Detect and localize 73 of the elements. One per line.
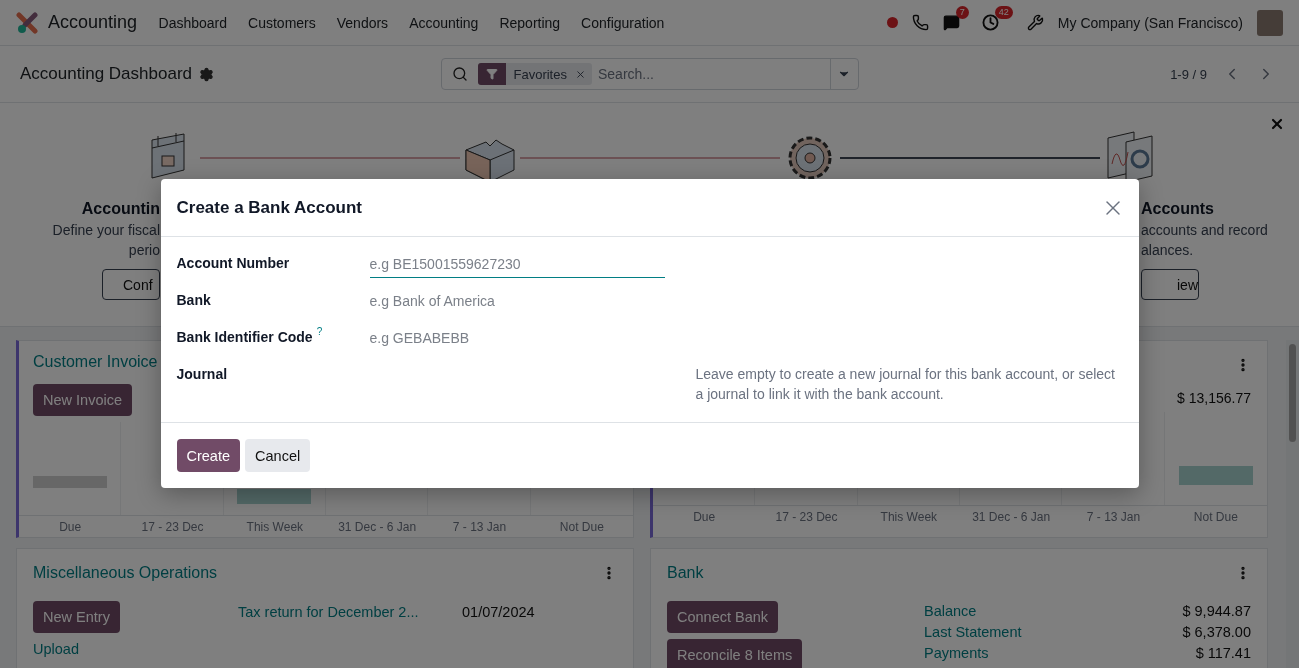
step-description: alances. xyxy=(1141,241,1194,260)
help-text: Leave empty to create a new journal for this bank account, or select a journal to link it with the bank account. xyxy=(695,365,1116,404)
bank-action-button[interactable]: Connect Bank xyxy=(667,601,779,633)
filter-icon xyxy=(477,63,506,85)
menu-item[interactable]: Accounting xyxy=(398,14,489,31)
axis-label: 7 - 13 Jan xyxy=(451,519,508,536)
dialog-title: Create a Bank Account xyxy=(176,197,362,218)
settings-icon[interactable] xyxy=(199,66,214,82)
menu-item[interactable]: Vendors xyxy=(326,14,399,31)
card-title[interactable]: Customer Invoice xyxy=(33,353,158,371)
axis-label: Not Due xyxy=(1192,509,1239,526)
page-title: Accounting Dashboard xyxy=(20,64,192,84)
card-title[interactable]: Miscellaneous Operations xyxy=(33,564,218,582)
axis-label: This Week xyxy=(245,519,305,536)
avatar-placeholder[interactable] xyxy=(1257,9,1283,36)
axis-label: Due xyxy=(692,509,717,526)
count-badge: 42 xyxy=(994,6,1013,19)
entry-link[interactable]: Tax return for December 2... xyxy=(238,602,462,622)
count-badge: 7 xyxy=(955,6,969,19)
field-label: Bank xyxy=(176,291,211,310)
company-name[interactable]: My Company (San Francisco) xyxy=(1057,14,1243,31)
step-description: Define your fiscal xyxy=(52,221,160,240)
recording-indicator-icon[interactable] xyxy=(886,17,898,28)
axis-label: 17 - 23 Dec xyxy=(774,509,839,526)
axis-label: 31 Dec - 6 Jan xyxy=(337,519,418,536)
menu-item[interactable]: Customers xyxy=(237,14,327,31)
scrollbar-thumb[interactable] xyxy=(1289,344,1296,442)
pager-text: 1-9 / 9 xyxy=(1170,66,1207,82)
stat-link[interactable]: Last Statement xyxy=(924,622,1022,643)
stat-value: $ 9,944.87 xyxy=(1182,602,1251,621)
stat-link[interactable]: Balance xyxy=(924,601,977,622)
phone-icon[interactable] xyxy=(911,14,929,31)
card-title[interactable]: Bank xyxy=(667,564,704,582)
scrollbar[interactable] xyxy=(1286,340,1299,668)
search-input[interactable]: Search... xyxy=(591,66,830,82)
clock-icon[interactable] xyxy=(981,14,999,31)
close-icon[interactable] xyxy=(1269,116,1285,132)
step-button[interactable]: iew xyxy=(1141,269,1199,300)
facet-label: Favorites xyxy=(512,66,568,82)
axis-label: 31 Dec - 6 Jan xyxy=(971,509,1052,526)
app-name[interactable]: Accounting xyxy=(48,12,138,33)
new-button[interactable]: New Invoice xyxy=(33,384,132,416)
axis-label: 7 - 13 Jan xyxy=(1085,509,1142,526)
stat-value: $ 6,378.00 xyxy=(1182,623,1251,642)
bank-action-button[interactable]: Reconcile 8 Items xyxy=(667,639,803,668)
menu-item[interactable]: Reporting xyxy=(488,14,571,31)
axis-label: Not Due xyxy=(558,519,605,536)
field-label: Bank Identifier Code xyxy=(176,328,313,347)
axis-label: This Week xyxy=(879,509,939,526)
entry-date: 01/07/2024 xyxy=(462,604,535,620)
tools-icon[interactable] xyxy=(1026,14,1044,31)
search-field[interactable]: Favorites Search... xyxy=(440,58,859,90)
step-description: accounts and record xyxy=(1141,221,1268,240)
new-entry-button[interactable]: New Entry xyxy=(33,601,120,633)
cancel-button[interactable]: Cancel xyxy=(245,439,311,472)
field-label: Journal xyxy=(176,365,228,384)
app-logo-icon xyxy=(16,11,38,34)
step-title: Accountin xyxy=(81,199,160,219)
amount-text: $ 13,156.77 xyxy=(1177,390,1251,406)
field-label: Account Number xyxy=(176,254,290,273)
stat-link[interactable]: Payments xyxy=(924,643,989,664)
step-title: Accounts xyxy=(1141,199,1214,219)
chat-icon[interactable] xyxy=(942,14,960,31)
stat-value: $ 117.41 xyxy=(1195,644,1251,663)
step-button[interactable]: Conf xyxy=(102,269,160,300)
create-button[interactable]: Create xyxy=(176,439,241,472)
upload-link[interactable]: Upload xyxy=(33,639,79,659)
menu-item[interactable]: Dashboard xyxy=(148,14,238,31)
help-tooltip-mark[interactable]: ? xyxy=(316,327,323,337)
axis-label: Due xyxy=(58,519,83,536)
menu-item[interactable]: Configuration xyxy=(570,14,675,31)
axis-label: 17 - 23 Dec xyxy=(140,519,205,536)
step-description: perio xyxy=(128,241,160,260)
